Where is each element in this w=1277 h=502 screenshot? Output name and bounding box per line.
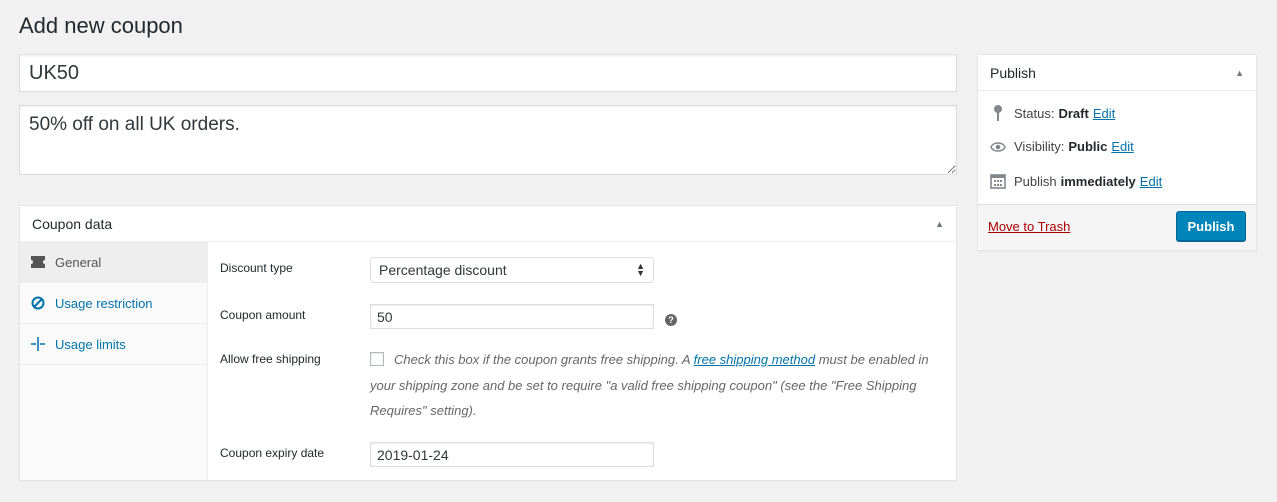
- calendar-icon: [990, 173, 1006, 189]
- expiry-date-label: Coupon expiry date: [220, 446, 325, 460]
- coupon-amount-label: Coupon amount: [220, 308, 306, 322]
- limits-icon: [30, 337, 46, 351]
- tab-general[interactable]: General: [20, 242, 207, 283]
- select-arrows-icon: ▲ ▼: [636, 261, 645, 278]
- coupon-data-tabs: General Usage restriction Usage limits: [20, 242, 208, 480]
- status-label: Status:: [1014, 105, 1055, 121]
- publish-actions: Move to Trash Publish: [978, 204, 1256, 250]
- tab-usage-limits[interactable]: Usage limits: [20, 324, 207, 365]
- discount-type-value: Percentage discount: [379, 262, 507, 278]
- help-tip-icon[interactable]: ?: [665, 314, 677, 326]
- free-shipping-desc-pre: Check this box if the coupon grants free…: [394, 352, 694, 367]
- coupon-amount-input[interactable]: [370, 304, 654, 329]
- general-panel: Discount type Percentage discount ▲ ▼ Cou…: [208, 242, 956, 480]
- publish-button[interactable]: Publish: [1176, 211, 1246, 241]
- edit-schedule-link[interactable]: Edit: [1140, 174, 1162, 189]
- collapse-arrow-icon[interactable]: ▲: [935, 219, 944, 229]
- restriction-icon: [30, 296, 46, 310]
- publish-title: Publish: [990, 64, 1036, 81]
- coupon-code-input[interactable]: [19, 54, 957, 92]
- visibility-label: Visibility:: [1014, 139, 1065, 154]
- free-shipping-checkbox[interactable]: [370, 352, 384, 366]
- publish-box: Publish ▲ Status: Draft Edit Visibility:…: [977, 54, 1257, 251]
- discount-type-select[interactable]: Percentage discount ▲ ▼: [370, 257, 654, 283]
- status-value: Draft: [1058, 105, 1089, 121]
- coupon-data-title: Coupon data: [32, 215, 113, 232]
- coupon-data-box: Coupon data ▲ General Usage restriction …: [19, 205, 957, 481]
- page-title: Add new coupon: [19, 13, 183, 38]
- tab-usage-restriction-label: Usage restriction: [55, 295, 153, 311]
- free-shipping-method-link[interactable]: free shipping method: [694, 352, 815, 367]
- visibility-value: Public: [1068, 139, 1108, 154]
- schedule-value: immediately: [1060, 173, 1136, 189]
- free-shipping-description: Check this box if the coupon grants free…: [370, 347, 950, 424]
- visibility-row: Visibility: Public Edit: [990, 139, 1134, 154]
- free-shipping-label: Allow free shipping: [220, 352, 321, 366]
- pin-icon: [990, 105, 1006, 121]
- tab-usage-restriction[interactable]: Usage restriction: [20, 283, 207, 324]
- coupon-data-header: Coupon data ▲: [20, 206, 956, 242]
- publish-header: Publish ▲: [978, 55, 1256, 91]
- status-row: Status: Draft Edit: [990, 105, 1115, 121]
- tab-general-label: General: [55, 254, 102, 270]
- move-to-trash-link[interactable]: Move to Trash: [988, 219, 1070, 234]
- schedule-row: Publish immediately Edit: [990, 173, 1162, 189]
- schedule-label: Publish: [1014, 173, 1057, 189]
- ticket-icon: [30, 256, 46, 268]
- edit-visibility-link[interactable]: Edit: [1111, 139, 1133, 154]
- expiry-date-input[interactable]: [370, 442, 654, 467]
- coupon-description-textarea[interactable]: 50% off on all UK orders.: [19, 105, 957, 175]
- eye-icon: [990, 141, 1006, 153]
- tab-usage-limits-label: Usage limits: [55, 336, 126, 352]
- discount-type-label: Discount type: [220, 261, 293, 275]
- edit-status-link[interactable]: Edit: [1093, 106, 1115, 121]
- collapse-arrow-icon[interactable]: ▲: [1235, 68, 1244, 78]
